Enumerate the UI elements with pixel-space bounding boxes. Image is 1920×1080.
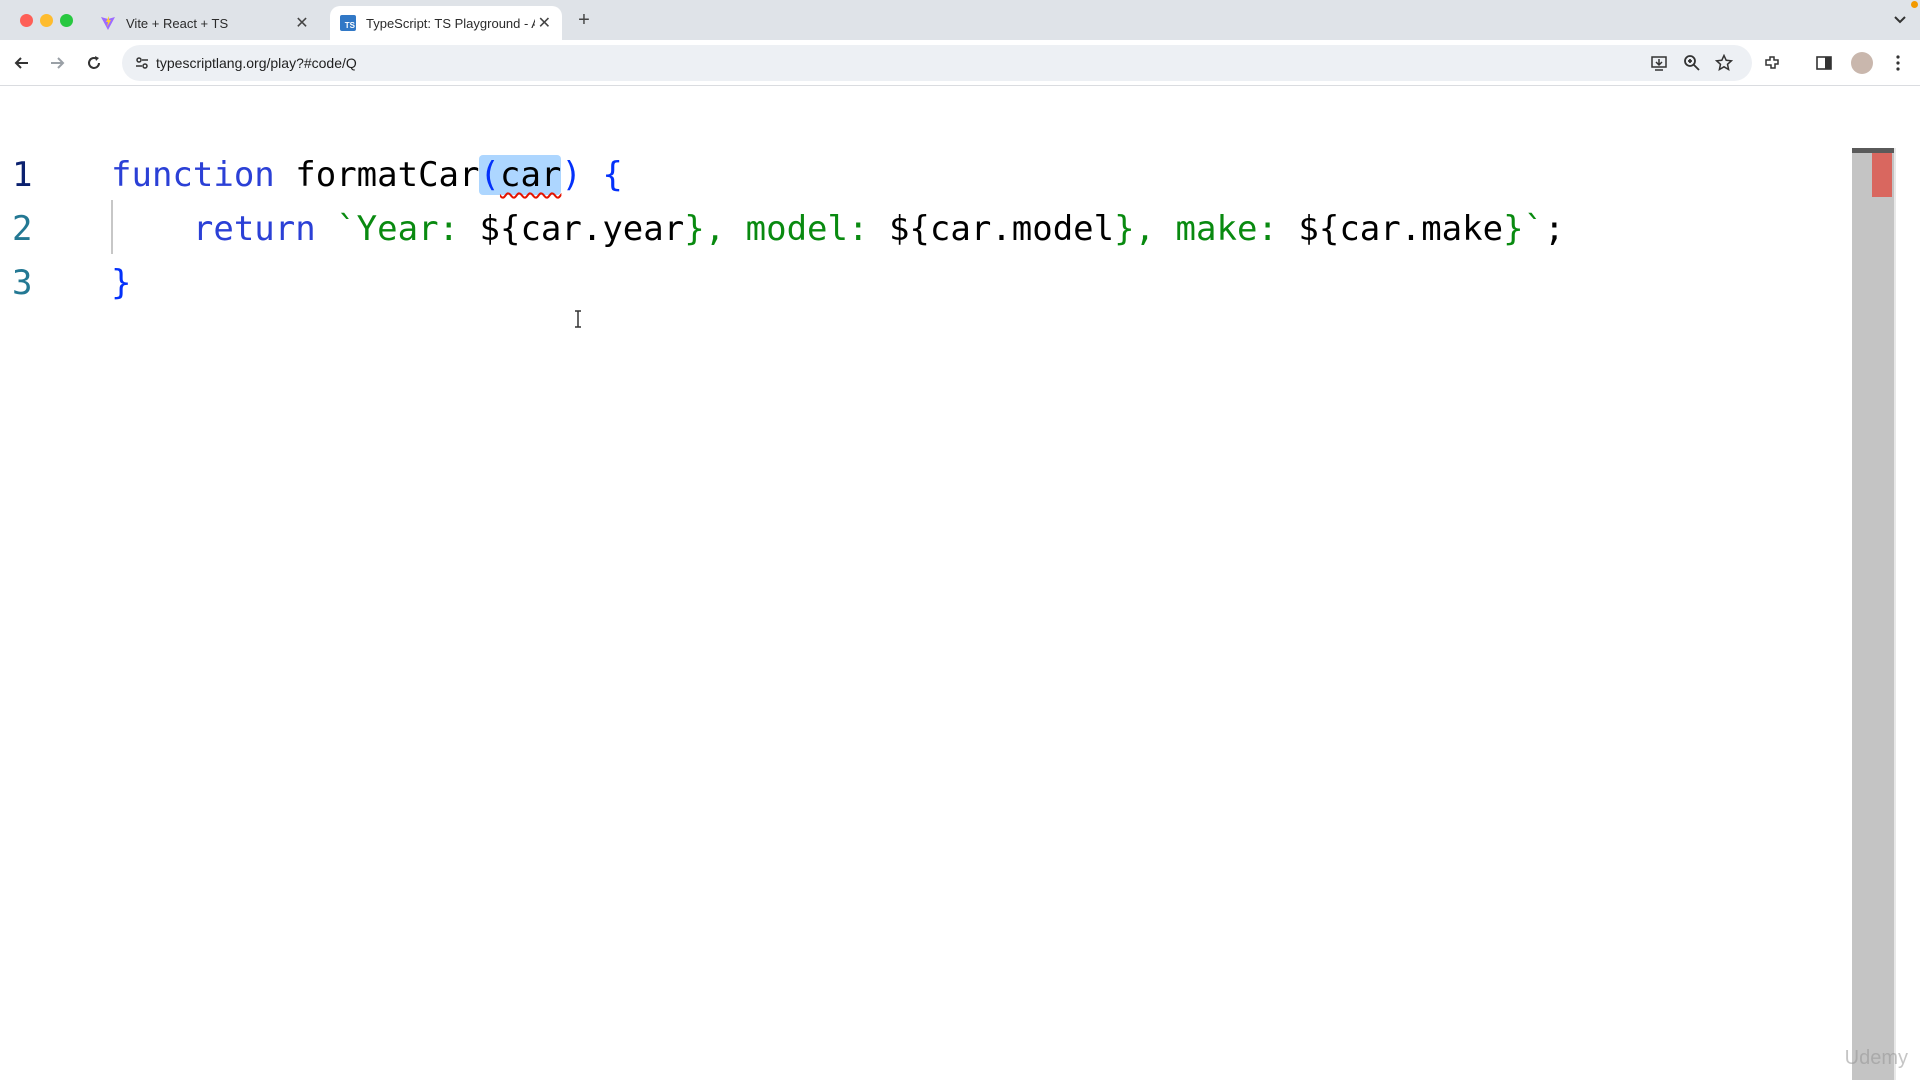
keyword-return: return <box>192 209 316 249</box>
reload-icon <box>88 56 100 69</box>
reload-button[interactable] <box>82 51 106 75</box>
selected-parameter: (car <box>479 155 562 195</box>
new-tab-button[interactable]: + <box>572 8 596 32</box>
tab-title: TypeScript: TS Playground - A <box>366 15 535 31</box>
tab-close-icon[interactable]: ✕ <box>535 13 554 33</box>
code-line-3[interactable]: 3 } <box>0 256 1840 310</box>
tab-title: Vite + React + TS <box>126 15 229 31</box>
tab-vite[interactable]: Vite + React + TS ✕ <box>90 6 320 40</box>
code-line-1[interactable]: 1 function formatCar(car) { <box>0 148 1840 202</box>
avatar <box>1851 52 1873 74</box>
arrow-left-icon <box>14 57 28 69</box>
forward-button[interactable] <box>45 51 69 75</box>
tab-close-icon[interactable]: ✕ <box>292 13 312 33</box>
side-panel-icon[interactable] <box>1812 51 1836 75</box>
indent-guide <box>111 200 113 254</box>
code-text[interactable]: } <box>111 256 131 310</box>
tab-search-button[interactable] <box>1888 8 1912 32</box>
zoom-icon[interactable] <box>1682 53 1702 73</box>
notification-dot <box>1911 1 1918 8</box>
line-number: 3 <box>12 263 33 303</box>
scrollbar-edge <box>1894 148 1896 1080</box>
chevron-down-icon <box>1894 16 1906 24</box>
site-settings-icon[interactable] <box>132 53 152 73</box>
typescript-icon: TS <box>340 15 356 31</box>
line-number: 1 <box>12 155 33 195</box>
url-text[interactable]: typescriptlang.org/play?#code/Q <box>156 55 357 71</box>
tab-strip: Vite + React + TS ✕ TS TypeScript: TS Pl… <box>0 0 1920 40</box>
browser-toolbar: typescriptlang.org/play?#code/Q <box>0 40 1920 86</box>
code-text[interactable]: function formatCar(car) { <box>111 148 623 202</box>
editor-scrollbar[interactable] <box>1852 148 1894 1080</box>
maximize-window-button[interactable] <box>60 14 73 27</box>
vite-icon <box>100 15 116 31</box>
error-param: car <box>499 155 562 195</box>
minimize-window-button[interactable] <box>40 14 53 27</box>
browser-menu-icon[interactable] <box>1886 51 1910 75</box>
code-editor[interactable]: 1 function formatCar(car) { 2 return `Ye… <box>0 87 1920 1080</box>
function-name: formatCar <box>295 155 480 195</box>
udemy-watermark: Udemy <box>1844 1047 1908 1069</box>
bookmark-star-icon[interactable] <box>1714 53 1734 73</box>
text-cursor-icon <box>572 310 584 328</box>
address-bar[interactable]: typescriptlang.org/play?#code/Q <box>122 45 1752 81</box>
code-text[interactable]: return `Year: ${car.year}, model: ${car.… <box>111 202 1565 256</box>
keyword-function: function <box>111 155 275 195</box>
back-button[interactable] <box>10 51 34 75</box>
arrow-right-icon <box>51 57 65 69</box>
extensions-icon[interactable] <box>1760 51 1784 75</box>
profile-avatar[interactable] <box>1850 51 1874 75</box>
install-app-icon[interactable] <box>1649 53 1669 73</box>
code-line-2[interactable]: 2 return `Year: ${car.year}, model: ${ca… <box>0 202 1840 256</box>
close-window-button[interactable] <box>20 14 33 27</box>
tab-typescript-playground[interactable]: TS TypeScript: TS Playground - A ✕ <box>330 6 562 40</box>
error-marker[interactable] <box>1872 153 1892 197</box>
line-number: 2 <box>12 209 33 249</box>
